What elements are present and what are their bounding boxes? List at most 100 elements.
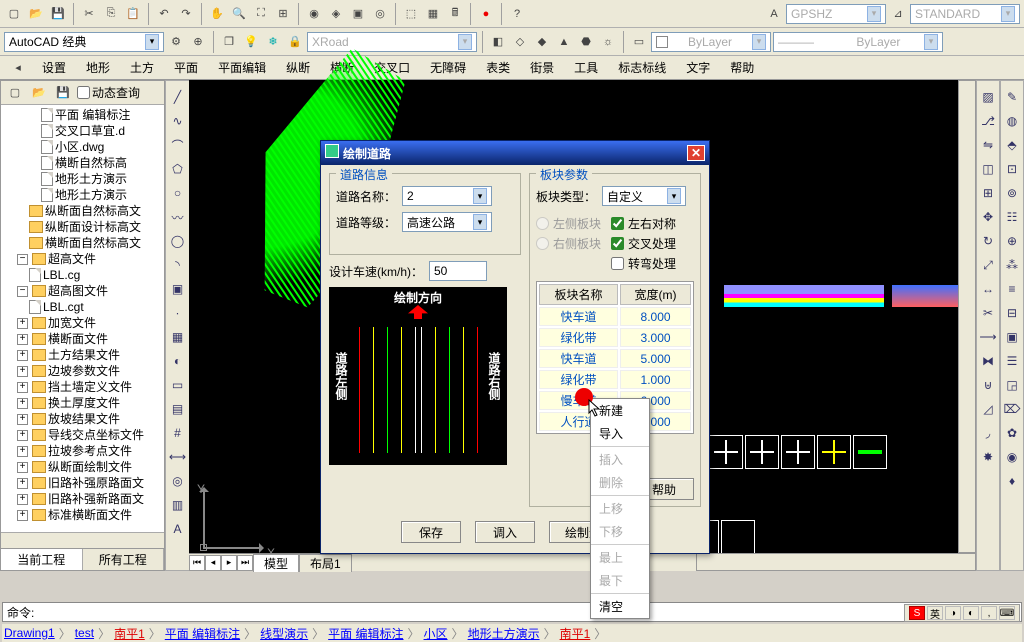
mod-scale[interactable]: ⤢ (978, 255, 998, 275)
tool-zoom[interactable]: 🔍 (229, 4, 249, 24)
menu-streetview[interactable]: 街景 (524, 57, 560, 78)
tree-hscroll[interactable] (1, 532, 164, 548)
mod-offset[interactable]: ◫ (978, 159, 998, 179)
ime-b2[interactable]: ◐ (963, 606, 979, 620)
ime-s[interactable]: S (909, 606, 925, 620)
mod2-q[interactable]: ♦ (1002, 471, 1022, 491)
tool-pan[interactable]: ✋ (207, 4, 227, 24)
tree-node[interactable]: + 拉坡参考点文件 (3, 443, 162, 459)
tree-node[interactable]: LBL.cg (3, 267, 162, 283)
tool-zoom-win[interactable]: ⛶ (251, 4, 271, 24)
tree-node[interactable]: + 旧路补强原路面文 (3, 475, 162, 491)
tool-f[interactable]: ▦ (423, 4, 443, 24)
mod-break[interactable]: ⧓ (978, 351, 998, 371)
mod-copy[interactable]: ⎇ (978, 111, 998, 131)
table-row[interactable]: 快车道5.000 (539, 349, 691, 368)
cross-process-checkbox[interactable]: 交叉处理 (611, 235, 676, 252)
draw-circle[interactable]: ○ (168, 183, 188, 203)
tool-b[interactable]: ◈ (326, 4, 346, 24)
mod2-l[interactable]: ☰ (1002, 351, 1022, 371)
table-row[interactable]: 绿化带3.000 (539, 328, 691, 347)
mod2-b[interactable]: ◍ (1002, 111, 1022, 131)
tree-node[interactable]: LBL.cgt (3, 299, 162, 315)
textstyle-icon[interactable]: A (764, 4, 784, 24)
doc-tab[interactable]: 平面 编辑标注 (163, 625, 242, 642)
mod-chamfer[interactable]: ◿ (978, 399, 998, 419)
tool-save[interactable]: 💾 (48, 4, 68, 24)
tab-current-project[interactable]: 当前工程 (1, 549, 83, 570)
mod2-j[interactable]: ⊟ (1002, 303, 1022, 323)
mod-explode[interactable]: ✸ (978, 447, 998, 467)
textstyle-combo[interactable]: GPSHZ▾ (786, 4, 886, 24)
draw-ellipse-arc[interactable]: ◝ (168, 255, 188, 275)
tree-node[interactable]: + 挡土墙定义文件 (3, 379, 162, 395)
menu-plan-edit[interactable]: 平面编辑 (212, 57, 272, 78)
mod2-k[interactable]: ▣ (1002, 327, 1022, 347)
tool-open[interactable]: 📂 (26, 4, 46, 24)
draw-ruler[interactable]: ⟷ (168, 447, 188, 467)
menu-terrain[interactable]: 地形 (80, 57, 116, 78)
freeze-icon[interactable]: ❄ (263, 32, 283, 52)
canvas-vscroll[interactable] (958, 80, 976, 553)
menu-pin-icon[interactable]: ◂ (8, 58, 28, 78)
sidebar-open-icon[interactable]: 📂 (29, 83, 49, 103)
mod2-n[interactable]: ⌦ (1002, 399, 1022, 419)
tree-node[interactable]: + 横断面文件 (3, 331, 162, 347)
draw-more-1[interactable]: ◎ (168, 471, 188, 491)
p2-icon[interactable]: ◆ (532, 32, 552, 52)
tree-node[interactable]: − 超高图文件 (3, 283, 162, 299)
layer-name-combo[interactable]: XRoad▾ (307, 32, 477, 52)
dynamic-query-checkbox[interactable]: 动态查询 (77, 84, 140, 101)
tab-layout1[interactable]: 布局1 (299, 554, 352, 572)
mod-rotate[interactable]: ↻ (978, 231, 998, 251)
ws-more-icon[interactable]: ⊕ (188, 32, 208, 52)
draw-spline[interactable]: 〰 (168, 207, 188, 227)
dimstyle-icon[interactable]: ⊿ (888, 4, 908, 24)
mod-mirror[interactable]: ⇋ (978, 135, 998, 155)
road-name-combo[interactable]: 2▾ (402, 186, 492, 206)
menu-settings[interactable]: 设置 (36, 57, 72, 78)
linetype-combo[interactable]: ——— ByLayer▾ (773, 32, 943, 52)
mod2-c[interactable]: ⬘ (1002, 135, 1022, 155)
workspace-combo[interactable]: AutoCAD 经典▾ (4, 32, 164, 52)
menu-profile[interactable]: 纵断 (280, 57, 316, 78)
color-combo[interactable]: ByLayer▾ (651, 32, 771, 52)
mod-erase[interactable]: ▨ (978, 87, 998, 107)
color-swatch[interactable]: ▭ (629, 32, 649, 52)
draw-polygon[interactable]: ⬠ (168, 159, 188, 179)
mod-array[interactable]: ⊞ (978, 183, 998, 203)
sidebar-save-icon[interactable]: 💾 (53, 83, 73, 103)
tree-node[interactable]: + 放坡结果文件 (3, 411, 162, 427)
table-row[interactable]: 绿化带1.000 (539, 370, 691, 389)
ime-lang[interactable]: 英 (927, 606, 943, 620)
mod2-d[interactable]: ⊡ (1002, 159, 1022, 179)
draw-table[interactable]: ▤ (168, 399, 188, 419)
p5-icon[interactable]: ☼ (598, 32, 618, 52)
menu-text[interactable]: 文字 (680, 57, 716, 78)
p1-icon[interactable]: ◇ (510, 32, 530, 52)
mod2-i[interactable]: ≡ (1002, 279, 1022, 299)
mod2-o[interactable]: ✿ (1002, 423, 1022, 443)
layer-stack-icon[interactable]: ❐ (219, 32, 239, 52)
symmetric-checkbox[interactable]: 左右对称 (611, 215, 676, 232)
draw-line[interactable]: ╱ (168, 87, 188, 107)
project-tree[interactable]: 平面 编辑标注 交叉口草宜.d 小区.dwg 横断自然标高 地形土方演示 地形土… (1, 105, 164, 532)
mod2-h[interactable]: ⁂ (1002, 255, 1022, 275)
tree-node[interactable]: 纵断面自然标高文 (3, 203, 162, 219)
design-speed-input[interactable] (429, 261, 487, 281)
ctx-清空[interactable]: 清空 (591, 595, 649, 618)
draw-text[interactable]: A (168, 519, 188, 539)
dimstyle-combo[interactable]: STANDARD▾ (910, 4, 1020, 24)
tab-nav-last[interactable]: ⏭ (237, 555, 253, 571)
save-button[interactable]: 保存 (401, 521, 461, 543)
mod2-m[interactable]: ◲ (1002, 375, 1022, 395)
menu-plan[interactable]: 平面 (168, 57, 204, 78)
tool-paste[interactable]: 📋 (123, 4, 143, 24)
menu-tables[interactable]: 表类 (480, 57, 516, 78)
draw-arc[interactable]: ⌒ (168, 135, 188, 155)
tree-node[interactable]: + 边坡参数文件 (3, 363, 162, 379)
menu-markings[interactable]: 标志标线 (612, 57, 672, 78)
p3-icon[interactable]: ▲ (554, 32, 574, 52)
tool-cut[interactable]: ✂ (79, 4, 99, 24)
ime-kbd[interactable]: ⌨ (999, 606, 1015, 620)
